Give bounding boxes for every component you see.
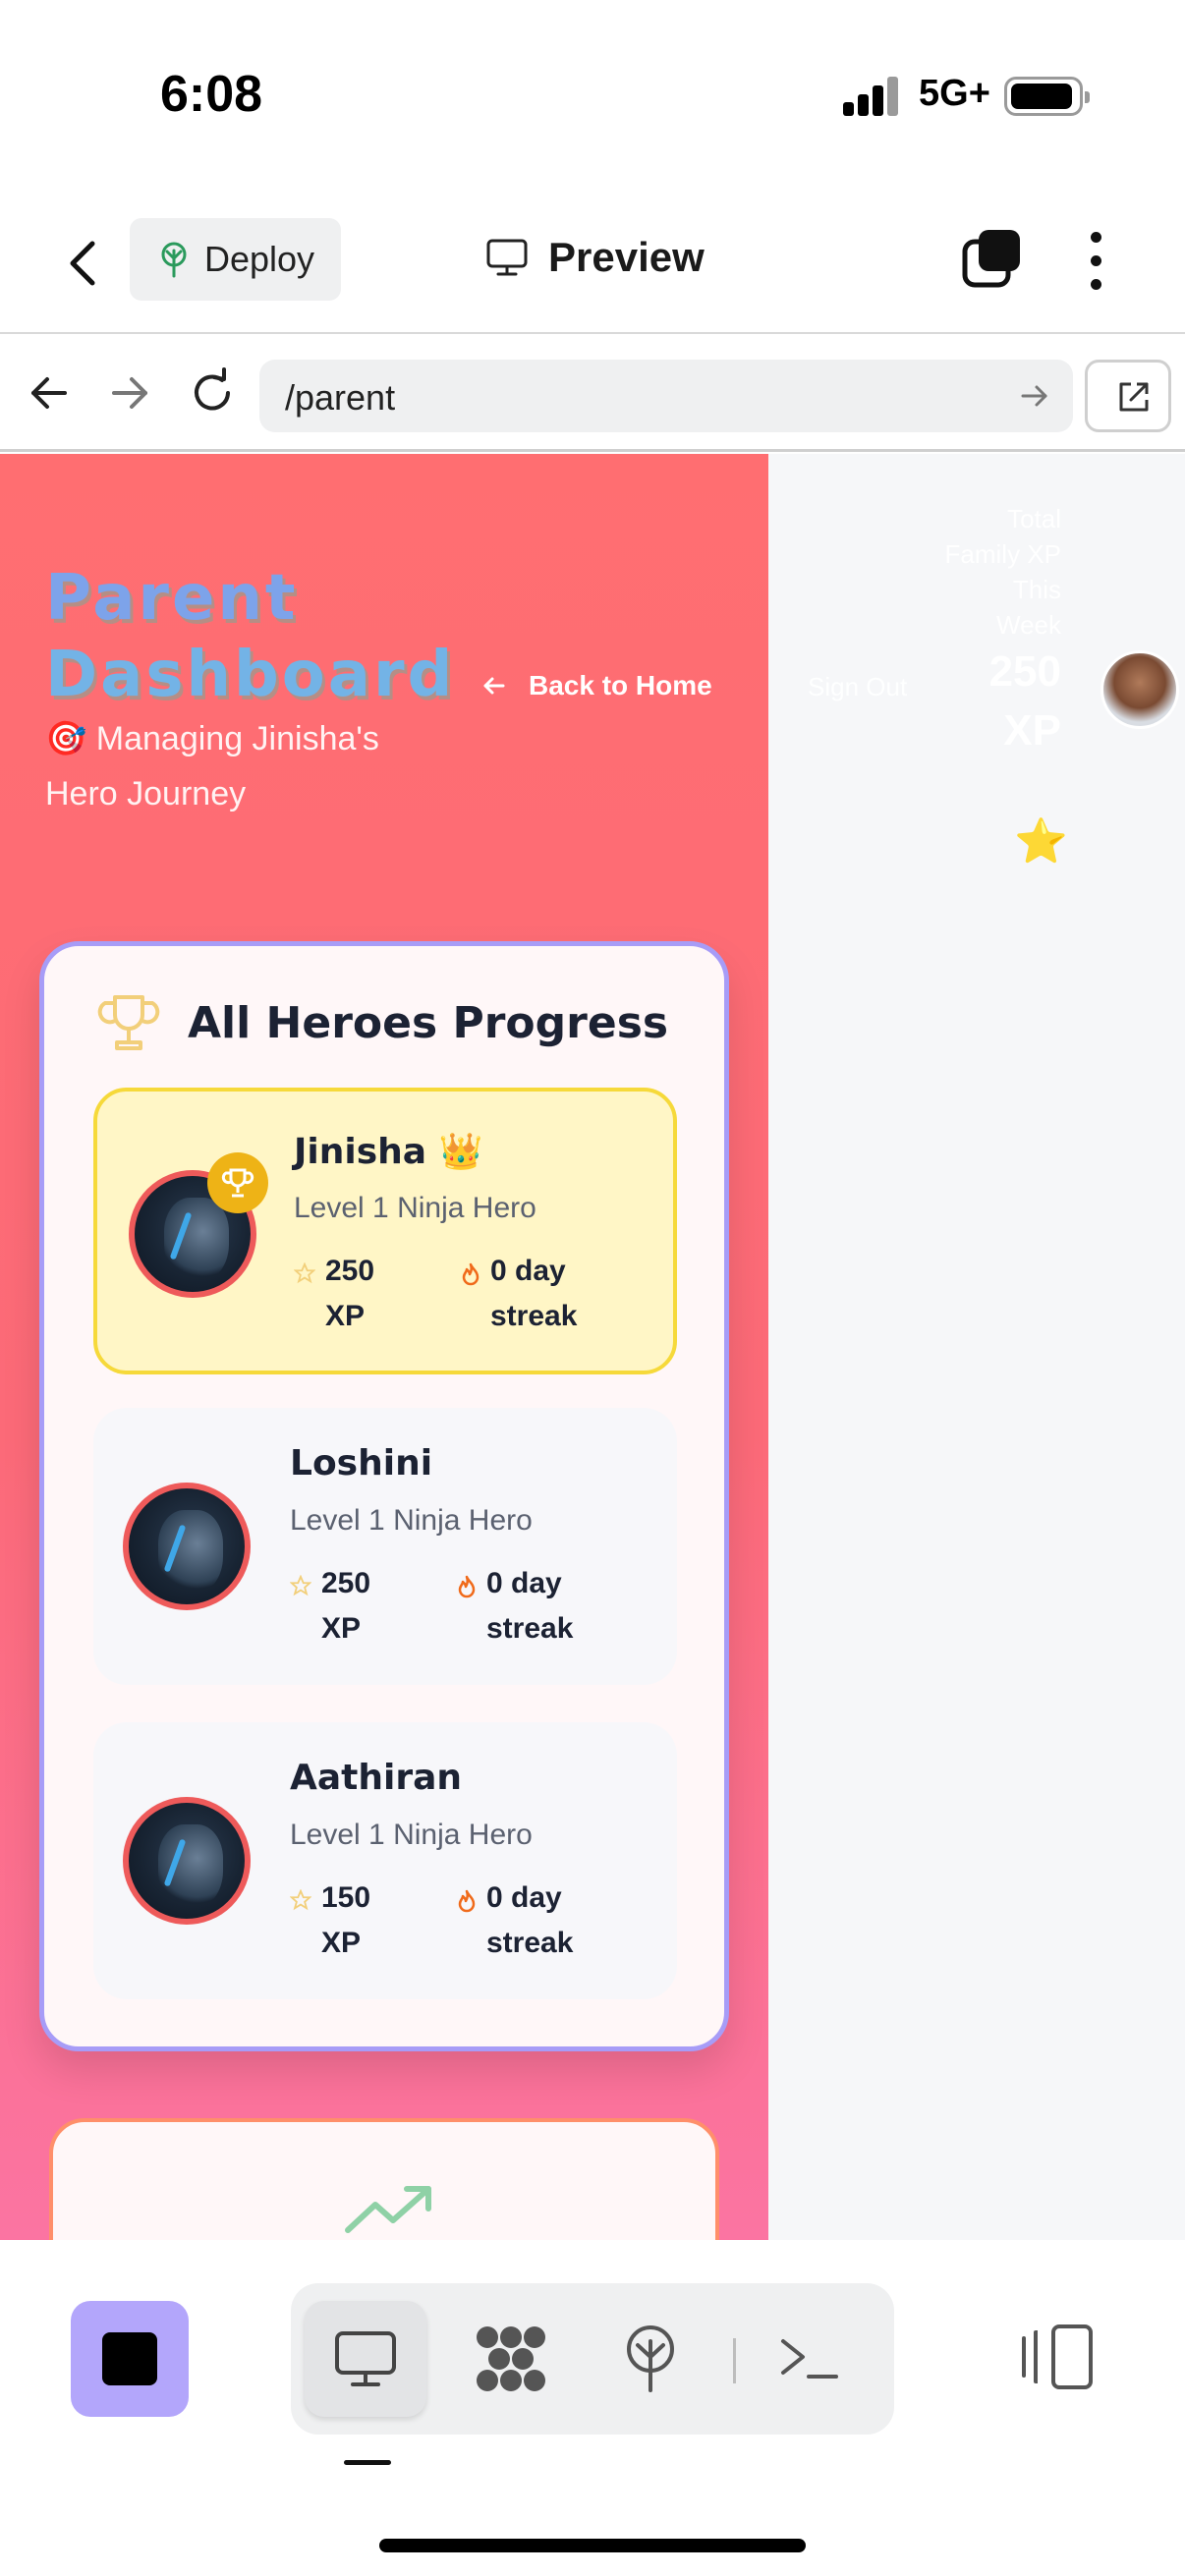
battery-icon [1004,77,1090,116]
hero-streak-value: 0 day streak [490,1255,578,1332]
terminal-icon [781,2339,838,2379]
page-subtitle: 🎯 Managing Jinisha's Hero Journey [45,720,379,812]
flame-icon [458,1889,476,1913]
url-input[interactable]: /parent [259,360,1073,432]
weekly-trend-card [49,2118,719,2240]
back-icon[interactable] [59,234,108,293]
back-to-home-link[interactable]: Back to Home [481,670,712,701]
stop-button[interactable] [71,2301,189,2417]
hero-name: Loshini [290,1443,433,1484]
title-line-1: Parent [45,562,299,635]
hero-name: Jinisha 👑 [294,1132,483,1172]
hero-xp-value: 150 XP [321,1881,371,1959]
status-time: 6:08 [160,66,263,123]
hero-xp: 250 XP [290,1561,427,1652]
deploy-icon [627,2325,674,2392]
arrow-left-icon [483,677,505,695]
tabs-icon[interactable] [961,228,1022,289]
hero-streak: 0 day streak [457,1876,634,1966]
workflow-icon [477,2326,545,2391]
hero-xp: 150 XP [290,1876,427,1966]
title-line-2: Dashboard [45,639,456,711]
external-link-icon [1119,382,1149,412]
trophy-badge-icon [207,1152,268,1213]
flame-icon [458,1575,476,1598]
heroes-progress-card: All Heroes Progress Jinisha 👑 Level 1 Ni… [39,941,729,2051]
monitor-icon [486,239,528,276]
hero-avatar [123,1797,251,1925]
avatar[interactable] [1100,650,1179,729]
preview-tool-button[interactable] [305,2301,426,2417]
hero-level: Level 1 Ninja Hero [290,1819,533,1851]
terminal-tool-button[interactable] [749,2301,871,2417]
card-title: All Heroes Progress [188,997,669,1048]
url-text: /parent [285,377,396,418]
star-icon [290,1575,311,1596]
preview-viewport: Parent Dashboard 🎯 Managing Jinisha's He… [0,454,1185,2240]
hero-streak-value: 0 day streak [486,1567,574,1645]
trend-up-icon [345,2186,431,2233]
status-bar: 6:08 5G+ [0,0,1185,196]
hero-item-loshini[interactable]: Loshini Level 1 Ninja Hero 250 XP 0 day … [93,1408,677,1685]
arrow-left-icon[interactable] [22,365,77,420]
app-toolbar: Deploy Preview [0,196,1185,334]
deploy-label: Deploy [204,239,315,279]
tool-group [291,2283,894,2435]
signal-icon [843,77,900,116]
app-root: 6:08 5G+ Deploy Preview /parent Parent D… [0,0,1185,2576]
go-arrow-icon[interactable] [1018,379,1051,413]
hero-streak: 0 day streak [457,1561,634,1652]
hero-xp-value: 250 XP [321,1567,371,1645]
bottom-toolbar [0,2240,1185,2576]
family-xp-summary: Total Family XP This Week 250 XP [943,501,1061,760]
star-emoji: ⭐ [1014,817,1068,866]
page-title: Parent Dashboard [45,560,455,713]
card-header: All Heroes Progress [97,991,668,1054]
hero-item-jinisha[interactable]: Jinisha 👑 Level 1 Ninja Hero 250 XP 0 da… [93,1088,677,1374]
star-icon [294,1262,315,1284]
sign-out-button[interactable]: Sign Out [808,672,907,702]
deploy-tool-button[interactable] [590,2301,711,2417]
arrow-right-icon[interactable] [102,365,157,420]
deploy-button[interactable]: Deploy [130,218,341,301]
hero-name: Aathiran [290,1758,463,1798]
hero-level: Level 1 Ninja Hero [290,1504,533,1537]
flame-icon [462,1262,480,1286]
hero-streak-value: 0 day streak [486,1881,574,1959]
reload-icon[interactable] [185,365,240,420]
hero-xp: 250 XP [294,1249,431,1339]
hero-item-aathiran[interactable]: Aathiran Level 1 Ninja Hero 150 XP 0 day… [93,1722,677,1999]
network-label: 5G+ [919,73,990,114]
workflow-tool-button[interactable] [450,2301,572,2417]
trophy-icon [97,995,160,1050]
hero-xp-value: 250 XP [325,1255,375,1332]
home-indicator[interactable] [379,2539,806,2552]
url-bar: /parent [0,336,1185,452]
family-xp-label: Total Family XP This Week [944,504,1061,640]
preview-tab[interactable]: Preview [485,234,705,281]
back-home-label: Back to Home [529,670,712,700]
panel-icon[interactable] [1018,2321,1097,2393]
active-tab-indicator [344,2460,391,2465]
tool-divider [733,2338,736,2383]
monitor-icon [335,2331,396,2386]
family-xp-value: 250 XP [988,647,1061,755]
more-icon[interactable] [1081,226,1110,295]
deploy-tree-icon [161,242,187,278]
hero-streak: 0 day streak [461,1249,638,1339]
preview-label: Preview [548,234,705,280]
star-icon [290,1889,311,1911]
hero-avatar [123,1483,251,1610]
open-external-button[interactable] [1085,360,1171,432]
hero-level: Level 1 Ninja Hero [294,1192,536,1224]
